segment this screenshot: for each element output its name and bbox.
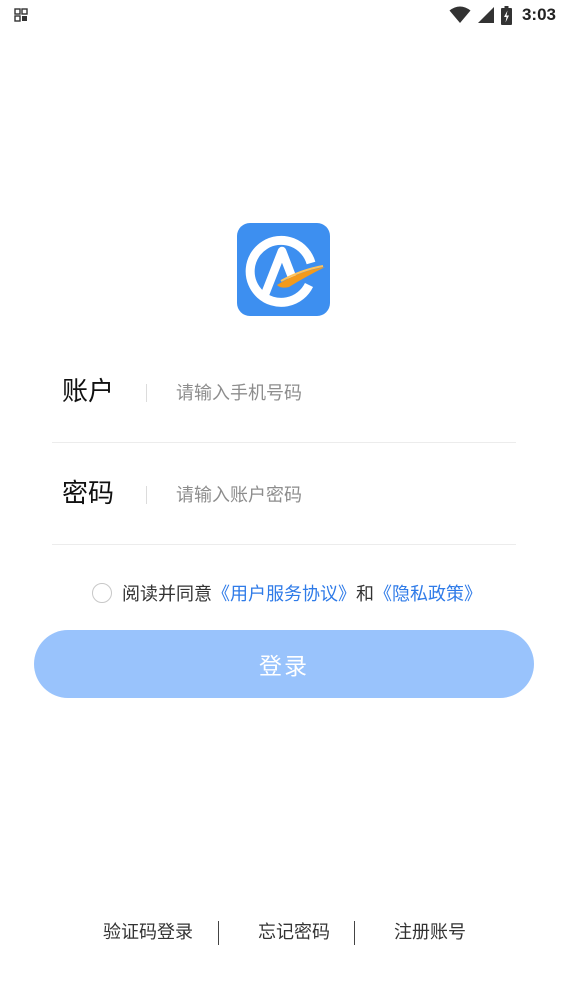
password-label: 密码 — [62, 479, 115, 509]
forgot-password-link[interactable]: 忘记密码 — [258, 918, 330, 948]
account-input[interactable] — [176, 374, 506, 412]
cell-signal-icon — [477, 7, 494, 23]
agree-radio[interactable] — [92, 583, 112, 603]
wifi-icon — [449, 6, 471, 23]
agreement-prefix: 阅读并同意 — [122, 584, 212, 605]
password-divider — [146, 486, 147, 504]
user-agreement-link[interactable]: 《用户服务协议》 — [212, 580, 356, 606]
privacy-policy-link[interactable]: 《隐私政策》 — [374, 580, 482, 606]
account-row: 账户 — [52, 342, 516, 443]
agreement: 阅读并同意 《用户服务协议》 和 《隐私政策》 — [92, 580, 482, 606]
sms-login-link[interactable]: 验证码登录 — [103, 918, 193, 948]
status-time: 3:03 — [521, 5, 556, 24]
account-label: 账户 — [62, 377, 115, 407]
notification-grid-icon — [14, 8, 28, 22]
battery-charging-icon — [500, 5, 512, 25]
bottom-links: 验证码登录 忘记密码 注册账号 — [0, 918, 566, 948]
register-link[interactable]: 注册账号 — [394, 918, 466, 948]
login-button[interactable]: 登录 — [34, 630, 534, 698]
password-input[interactable] — [176, 476, 506, 514]
bottom-separator — [218, 921, 219, 945]
app-logo-icon — [237, 223, 330, 316]
password-row: 密码 — [52, 444, 516, 545]
status-bar: 3:03 — [0, 0, 566, 30]
agreement-conjunction: 和 — [356, 584, 374, 605]
account-divider — [146, 384, 147, 402]
status-icons: 3:03 — [449, 4, 556, 26]
bottom-separator — [354, 921, 355, 945]
